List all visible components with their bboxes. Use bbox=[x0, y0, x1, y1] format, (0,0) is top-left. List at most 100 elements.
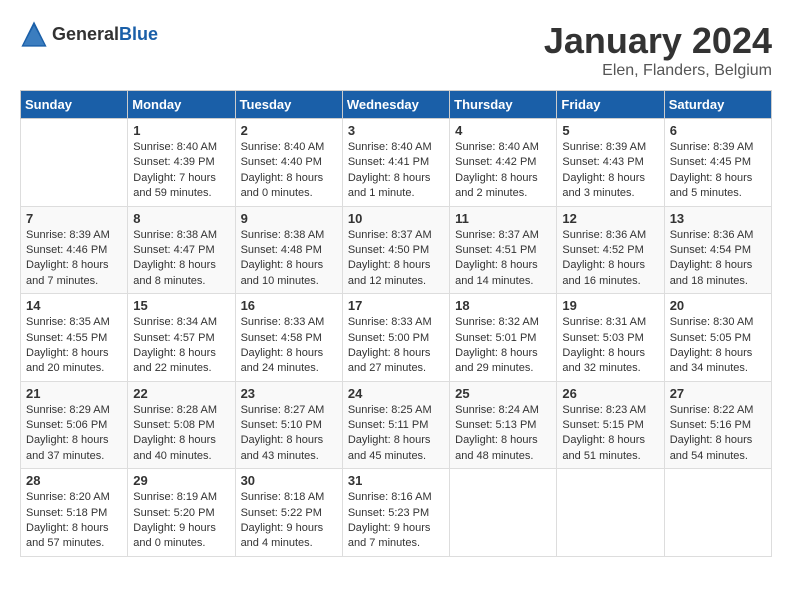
calendar-cell: 31 Sunrise: 8:16 AMSunset: 5:23 PMDayligh… bbox=[342, 469, 449, 557]
daylight: Daylight: 8 hours and 29 minutes. bbox=[455, 347, 538, 374]
daylight: Daylight: 8 hours and 24 minutes. bbox=[241, 347, 324, 374]
sunrise: Sunrise: 8:35 AM bbox=[26, 316, 110, 328]
cell-content: Sunrise: 8:33 AMSunset: 5:00 PMDaylight:… bbox=[348, 315, 444, 377]
cell-content: Sunrise: 8:29 AMSunset: 5:06 PMDaylight:… bbox=[26, 403, 122, 465]
sunrise: Sunrise: 8:25 AM bbox=[348, 404, 432, 416]
calendar-cell: 11Sunrise: 8:37 AMSunset: 4:51 PMDayligh… bbox=[450, 206, 557, 294]
daylight: Daylight: 8 hours and 45 minutes. bbox=[348, 434, 431, 461]
calendar-cell: 8Sunrise: 8:38 AMSunset: 4:47 PMDaylight… bbox=[128, 206, 235, 294]
calendar-cell: 7Sunrise: 8:39 AMSunset: 4:46 PMDaylight… bbox=[21, 206, 128, 294]
daylight: Daylight: 8 hours and 51 minutes. bbox=[562, 434, 645, 461]
sunset: Sunset: 4:58 PM bbox=[241, 332, 322, 344]
sunrise: Sunrise: 8:20 AM bbox=[26, 491, 110, 503]
daylight: Daylight: 8 hours and 37 minutes. bbox=[26, 434, 109, 461]
day-number: 3 bbox=[348, 123, 444, 138]
day-number: 31 bbox=[348, 473, 444, 488]
daylight: Daylight: 8 hours and 14 minutes. bbox=[455, 259, 538, 286]
sunrise: Sunrise: 8:36 AM bbox=[562, 229, 646, 241]
sunset: Sunset: 5:05 PM bbox=[670, 332, 751, 344]
day-number: 30 bbox=[241, 473, 337, 488]
calendar-cell bbox=[664, 469, 771, 557]
cell-content: Sunrise: 8:25 AMSunset: 5:11 PMDaylight:… bbox=[348, 403, 444, 465]
title-block: January 2024 Elen, Flanders, Belgium bbox=[544, 20, 772, 80]
daylight: Daylight: 8 hours and 57 minutes. bbox=[26, 522, 109, 549]
calendar-cell: 15Sunrise: 8:34 AMSunset: 4:57 PMDayligh… bbox=[128, 294, 235, 382]
month-title: January 2024 bbox=[544, 20, 772, 62]
day-number: 25 bbox=[455, 386, 551, 401]
sunrise: Sunrise: 8:34 AM bbox=[133, 316, 217, 328]
calendar-cell: 21 Sunrise: 8:29 AMSunset: 5:06 PMDayligh… bbox=[21, 381, 128, 469]
daylight: Daylight: 8 hours and 40 minutes. bbox=[133, 434, 216, 461]
day-number: 10 bbox=[348, 211, 444, 226]
sunset: Sunset: 5:20 PM bbox=[133, 507, 214, 519]
sunrise: Sunrise: 8:18 AM bbox=[241, 491, 325, 503]
sunset: Sunset: 5:23 PM bbox=[348, 507, 429, 519]
cell-content: Sunrise: 8:27 AMSunset: 5:10 PMDaylight:… bbox=[241, 403, 337, 465]
day-number: 21 bbox=[26, 386, 122, 401]
sunrise: Sunrise: 8:37 AM bbox=[455, 229, 539, 241]
calendar-cell: 1Sunrise: 8:40 AMSunset: 4:39 PMDaylight… bbox=[128, 119, 235, 207]
daylight: Daylight: 8 hours and 7 minutes. bbox=[26, 259, 109, 286]
cell-content: Sunrise: 8:33 AM Sunset: 4:58 PM Daylight:… bbox=[241, 315, 337, 377]
sunset: Sunset: 4:50 PM bbox=[348, 244, 429, 256]
daylight: Daylight: 8 hours and 48 minutes. bbox=[455, 434, 538, 461]
cell-content: Sunrise: 8:34 AMSunset: 4:57 PMDaylight:… bbox=[133, 315, 229, 377]
daylight: Daylight: 7 hours and 59 minutes. bbox=[133, 172, 216, 199]
calendar-week-row: 1Sunrise: 8:40 AMSunset: 4:39 PMDaylight… bbox=[21, 119, 772, 207]
sunrise: Sunrise: 8:33 AM bbox=[241, 316, 325, 328]
sunset: Sunset: 5:10 PM bbox=[241, 419, 322, 431]
cell-content: Sunrise: 8:39 AMSunset: 4:43 PMDaylight:… bbox=[562, 140, 658, 202]
calendar-cell: 14Sunrise: 8:35 AMSunset: 4:55 PMDayligh… bbox=[21, 294, 128, 382]
daylight: Daylight: 8 hours and 12 minutes. bbox=[348, 259, 431, 286]
day-number: 19 bbox=[562, 298, 658, 313]
daylight: Daylight: 8 hours and 34 minutes. bbox=[670, 347, 753, 374]
sunset: Sunset: 5:03 PM bbox=[562, 332, 643, 344]
page-header: GeneralBlue January 2024 Elen, Flanders,… bbox=[20, 20, 772, 80]
cell-content: Sunrise: 8:19 AMSunset: 5:20 PMDaylight:… bbox=[133, 490, 229, 552]
logo-general: General bbox=[52, 24, 119, 44]
cell-content: Sunrise: 8:23 AMSunset: 5:15 PMDaylight:… bbox=[562, 403, 658, 465]
sunrise: Sunrise: 8:19 AM bbox=[133, 491, 217, 503]
sunrise: Sunrise: 8:33 AM bbox=[348, 316, 432, 328]
cell-content: Sunrise: 8:16 AMSunset: 5:23 PMDaylight:… bbox=[348, 490, 444, 552]
daylight: Daylight: 8 hours and 16 minutes. bbox=[562, 259, 645, 286]
sunrise: Sunrise: 8:39 AM bbox=[670, 141, 754, 153]
sunrise: Sunrise: 8:24 AM bbox=[455, 404, 539, 416]
cell-content: Sunrise: 8:40 AMSunset: 4:39 PMDaylight:… bbox=[133, 140, 229, 202]
calendar-cell: 29Sunrise: 8:19 AMSunset: 5:20 PMDayligh… bbox=[128, 469, 235, 557]
sunrise: Sunrise: 8:32 AM bbox=[455, 316, 539, 328]
calendar-cell: 13Sunrise: 8:36 AMSunset: 4:54 PMDayligh… bbox=[664, 206, 771, 294]
cell-content: Sunrise: 8:31 AMSunset: 5:03 PMDaylight:… bbox=[562, 315, 658, 377]
calendar-cell: 6Sunrise: 8:39 AMSunset: 4:45 PMDaylight… bbox=[664, 119, 771, 207]
day-number: 26 bbox=[562, 386, 658, 401]
header-day: Saturday bbox=[664, 91, 771, 119]
calendar-table: SundayMondayTuesdayWednesdayThursdayFrid… bbox=[20, 90, 772, 557]
sunset: Sunset: 5:22 PM bbox=[241, 507, 322, 519]
cell-content: Sunrise: 8:40 AMSunset: 4:41 PMDaylight:… bbox=[348, 140, 444, 202]
calendar-cell bbox=[557, 469, 664, 557]
daylight: Daylight: 8 hours and 18 minutes. bbox=[670, 259, 753, 286]
calendar-cell: 28Sunrise: 8:20 AMSunset: 5:18 PMDayligh… bbox=[21, 469, 128, 557]
daylight: Daylight: 8 hours and 5 minutes. bbox=[670, 172, 753, 199]
daylight: Daylight: 8 hours and 1 minute. bbox=[348, 172, 431, 199]
calendar-cell: 25Sunrise: 8:24 AMSunset: 5:13 PMDayligh… bbox=[450, 381, 557, 469]
header-day: Wednesday bbox=[342, 91, 449, 119]
calendar-cell: 27Sunrise: 8:22 AMSunset: 5:16 PMDayligh… bbox=[664, 381, 771, 469]
sunset: Sunset: 5:18 PM bbox=[26, 507, 107, 519]
sunrise: Sunrise: 8:40 AM bbox=[133, 141, 217, 153]
header-day: Friday bbox=[557, 91, 664, 119]
calendar-cell: 19Sunrise: 8:31 AMSunset: 5:03 PMDayligh… bbox=[557, 294, 664, 382]
sunset: Sunset: 4:57 PM bbox=[133, 332, 214, 344]
header-day: Sunday bbox=[21, 91, 128, 119]
calendar-cell: 23Sunrise: 8:27 AMSunset: 5:10 PMDayligh… bbox=[235, 381, 342, 469]
sunrise: Sunrise: 8:22 AM bbox=[670, 404, 754, 416]
sunset: Sunset: 4:52 PM bbox=[562, 244, 643, 256]
cell-content: Sunrise: 8:36 AMSunset: 4:54 PMDaylight:… bbox=[670, 228, 766, 290]
sunrise: Sunrise: 8:29 AM bbox=[26, 404, 110, 416]
sunset: Sunset: 4:47 PM bbox=[133, 244, 214, 256]
sunset: Sunset: 4:55 PM bbox=[26, 332, 107, 344]
day-number: 27 bbox=[670, 386, 766, 401]
cell-content: Sunrise: 8:30 AMSunset: 5:05 PMDaylight:… bbox=[670, 315, 766, 377]
sunrise: Sunrise: 8:31 AM bbox=[562, 316, 646, 328]
day-number: 16 bbox=[241, 298, 337, 313]
